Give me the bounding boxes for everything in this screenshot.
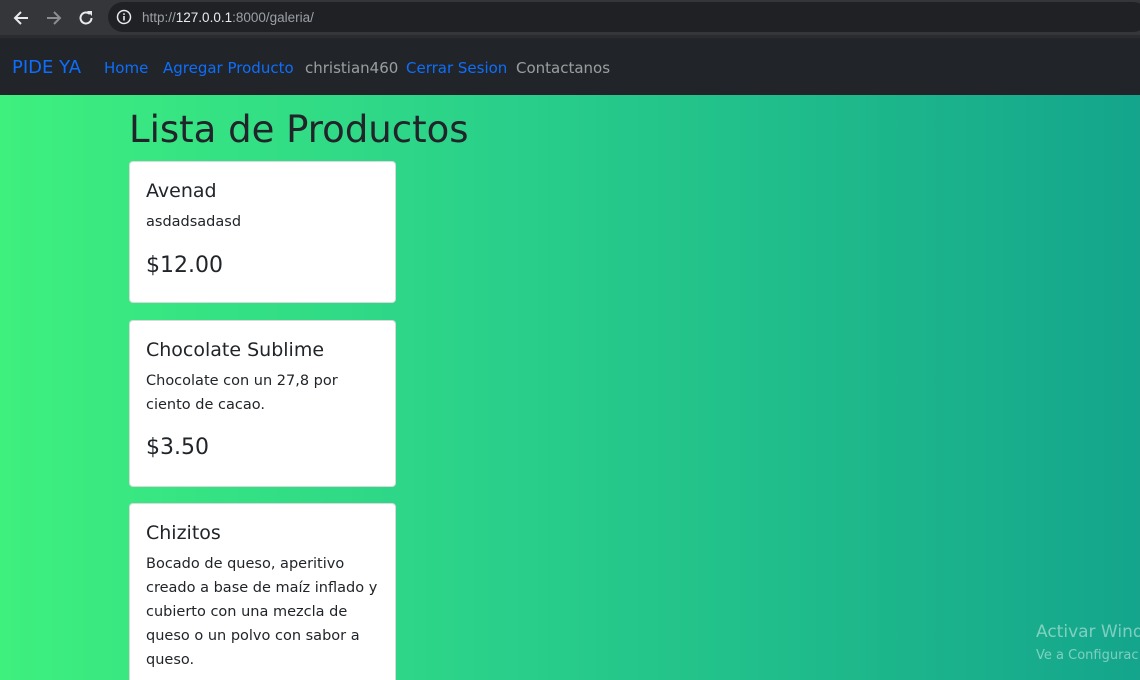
nav-link-cerrar-sesion[interactable]: Cerrar Sesion: [406, 59, 507, 77]
nav-link-contactanos[interactable]: Contactanos: [516, 59, 610, 77]
brand-link[interactable]: PIDE YA: [12, 57, 81, 78]
address-bar[interactable]: http://127.0.0.1:8000/galeria/: [108, 2, 1140, 32]
page-title: Lista de Productos: [129, 108, 469, 151]
url-text: http://127.0.0.1:8000/galeria/: [142, 10, 314, 25]
product-description: Bocado de queso, aperitivo creado a base…: [146, 556, 378, 668]
product-card: Chocolate Sublime Chocolate con un 27,8 …: [129, 320, 396, 487]
product-card: Chizitos Bocado de queso, aperitivo crea…: [129, 503, 396, 680]
product-description: asdadsadasd: [146, 214, 242, 230]
product-name: Chocolate Sublime: [146, 339, 325, 361]
site-info-icon[interactable]: [116, 9, 132, 25]
product-price: $3.50: [146, 435, 209, 460]
activation-watermark-title: Activar Wind: [1036, 622, 1140, 642]
product-price: $12.00: [146, 253, 223, 278]
url-scheme: http://: [142, 10, 176, 25]
site-navbar: PIDE YA Home Agregar Producto christian4…: [0, 38, 1140, 95]
back-icon[interactable]: [9, 7, 33, 29]
url-path: :8000/galeria/: [232, 10, 314, 25]
product-name: Chizitos: [146, 522, 221, 544]
browser-toolbar: http://127.0.0.1:8000/galeria/: [0, 0, 1140, 38]
forward-icon[interactable]: [42, 7, 66, 29]
reload-icon[interactable]: [74, 7, 98, 29]
nav-link-home[interactable]: Home: [104, 59, 148, 77]
nav-link-agregar-producto[interactable]: Agregar Producto: [163, 59, 294, 77]
url-host: 127.0.0.1: [175, 10, 233, 25]
nav-link-username[interactable]: christian460: [305, 59, 398, 77]
product-name: Avenad: [146, 180, 217, 202]
product-description: Chocolate con un 27,8 por ciento de caca…: [146, 373, 338, 413]
activation-watermark-subtitle: Ve a Configurac: [1036, 648, 1139, 663]
product-card: Avenad asdadsadasd $12.00: [129, 161, 396, 303]
main-content: Lista de Productos Avenad asdadsadasd $1…: [0, 95, 1140, 680]
